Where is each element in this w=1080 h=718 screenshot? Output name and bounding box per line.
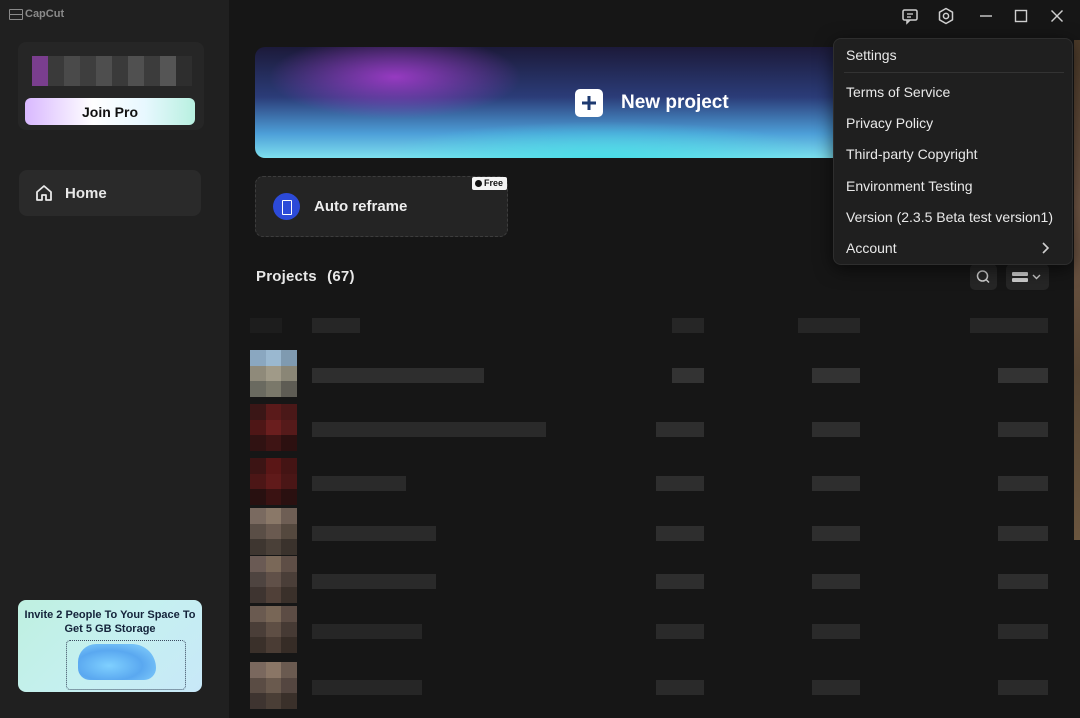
home-icon (36, 185, 52, 201)
free-badge-label: Free (483, 178, 503, 188)
menu-item-privacy-policy[interactable]: Privacy Policy (846, 113, 1062, 133)
auto-reframe-card[interactable]: Auto reframe Free (255, 176, 508, 237)
table-row[interactable] (250, 606, 1050, 653)
settings-gear-icon[interactable] (937, 7, 955, 25)
table-row[interactable] (250, 508, 1050, 555)
project-thumbnail (250, 606, 297, 653)
auto-reframe-label: Auto reframe (314, 198, 408, 215)
capcut-logo-icon (9, 9, 23, 20)
settings-menu: Settings Terms of Service Privacy Policy… (833, 38, 1073, 265)
promo-text: Invite 2 People To Your Space To Get 5 G… (24, 609, 196, 635)
profile-card: Join Pro (18, 42, 204, 130)
join-pro-button[interactable]: Join Pro (25, 98, 195, 125)
menu-item-account[interactable]: Account (846, 238, 1062, 258)
project-thumbnail (250, 350, 297, 397)
maximize-icon[interactable] (1012, 7, 1030, 25)
view-mode-button[interactable] (1006, 264, 1049, 290)
menu-divider (844, 72, 1064, 73)
new-project-label: New project (621, 92, 729, 113)
minimize-icon[interactable] (977, 7, 995, 25)
project-thumbnail (250, 404, 297, 451)
blurred-username (32, 56, 192, 86)
list-view-icon (1012, 272, 1041, 282)
menu-item-version[interactable]: Version (2.3.5 Beta test version1) (846, 207, 1062, 227)
menu-item-account-label: Account (846, 240, 897, 256)
sidebar: CapCut Join Pro Home Invite 2 People To … (0, 0, 229, 718)
table-row[interactable] (250, 404, 1050, 451)
table-row[interactable] (250, 350, 1050, 397)
table-row[interactable] (250, 458, 1050, 505)
app-logo: CapCut (9, 8, 64, 20)
projects-count: (67) (327, 268, 355, 285)
plus-icon (575, 89, 603, 117)
sidebar-item-home[interactable]: Home (19, 170, 201, 216)
project-thumbnail (250, 508, 297, 555)
auto-reframe-icon (273, 193, 300, 220)
new-project-banner[interactable]: New project (255, 47, 845, 158)
menu-item-terms-of-service[interactable]: Terms of Service (846, 82, 1062, 102)
sidebar-item-label: Home (65, 184, 107, 202)
window-edge-background (1074, 40, 1080, 540)
projects-heading: Projects (67) (256, 268, 355, 285)
menu-item-third-party-copyright[interactable]: Third-party Copyright (846, 144, 1062, 164)
menu-item-settings[interactable]: Settings (846, 45, 1062, 65)
project-thumbnail (250, 662, 297, 709)
app-brand-name: CapCut (25, 8, 65, 20)
cloud-storage-icon (78, 644, 156, 680)
search-projects-button[interactable] (970, 264, 997, 290)
free-badge-icon (474, 180, 482, 187)
table-row[interactable] (250, 556, 1050, 603)
project-thumbnail (250, 556, 297, 603)
search-icon (976, 270, 990, 284)
project-thumbnail (250, 458, 297, 505)
free-badge: Free (471, 177, 507, 190)
list-header-row (250, 300, 1050, 347)
projects-title: Projects (256, 268, 317, 285)
menu-item-environment-testing[interactable]: Environment Testing (846, 176, 1062, 196)
invite-promo-card[interactable]: Invite 2 People To Your Space To Get 5 G… (18, 600, 202, 692)
close-icon[interactable] (1048, 7, 1066, 25)
chevron-right-icon (1042, 242, 1050, 254)
table-row[interactable] (250, 662, 1050, 709)
feedback-icon[interactable] (901, 7, 919, 25)
